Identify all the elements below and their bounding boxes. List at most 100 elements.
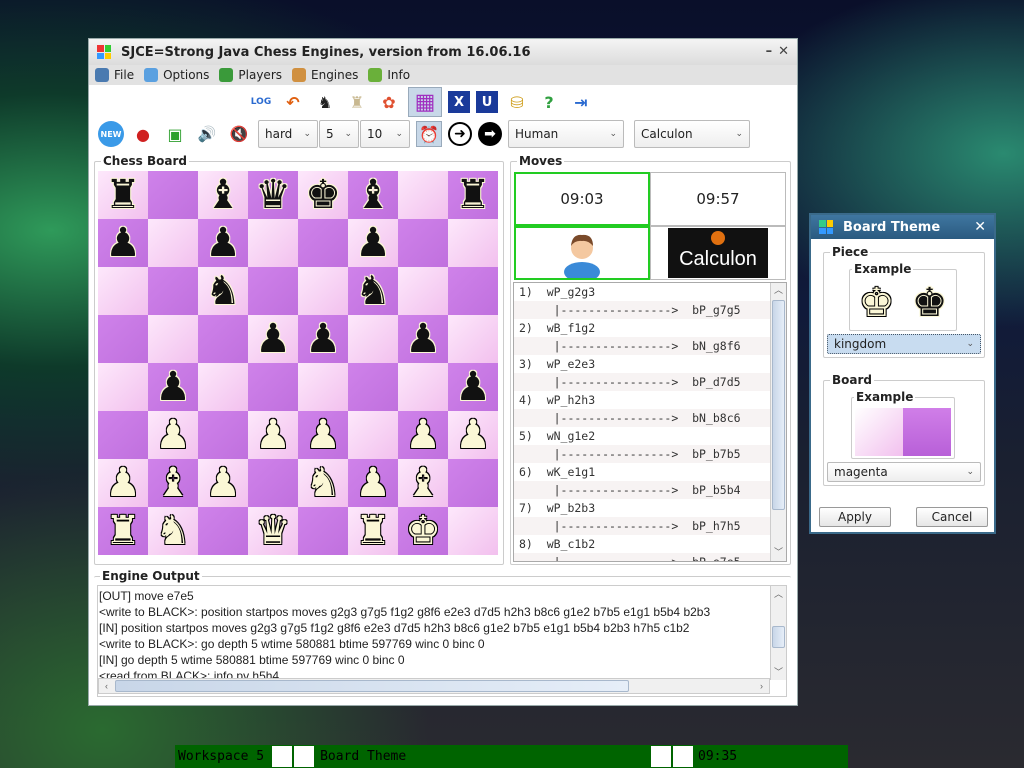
- black-pawn-icon[interactable]: ♟: [455, 367, 491, 407]
- square-d1[interactable]: ♛: [248, 507, 298, 555]
- sound-on-icon[interactable]: 🔊: [194, 121, 220, 147]
- save-icon[interactable]: ▣: [162, 121, 188, 147]
- square-a5[interactable]: [98, 315, 148, 363]
- black-pawn-icon[interactable]: ♟: [105, 223, 141, 263]
- square-e2[interactable]: ♞: [298, 459, 348, 507]
- white-pawn-icon[interactable]: ♟: [455, 415, 491, 455]
- scrollbar-thumb[interactable]: [772, 300, 785, 510]
- hscrollbar-thumb[interactable]: [115, 680, 629, 692]
- square-b6[interactable]: [148, 267, 198, 315]
- white-rook-icon[interactable]: ♜: [344, 89, 370, 115]
- scroll-left-icon[interactable]: ‹: [99, 678, 114, 694]
- taskbar-window-box[interactable]: [673, 746, 693, 767]
- black-bishop-icon[interactable]: ♝: [355, 175, 391, 215]
- square-h3[interactable]: ♟: [448, 411, 498, 459]
- square-f2[interactable]: ♟: [348, 459, 398, 507]
- chess-board[interactable]: ♜ ♝ ♛ ♚ ♝ ♜ ♟ ♟ ♟ ♞ ♞ ♟ ♟ ♟ ♟ ♟ ♟ ♟ ♟ ♟ ♟ ♟ ♝ ♟ ♞ ♟ ♝ ♜ ♞ ♛ ♜ ♚: [98, 171, 498, 555]
- move-list-item[interactable]: 1) wP_g2g3: [514, 283, 786, 301]
- record-icon[interactable]: ●: [130, 121, 156, 147]
- taskbar-window-box[interactable]: [294, 746, 315, 767]
- black-king-icon[interactable]: ♚: [305, 175, 341, 215]
- play-arrow-icon[interactable]: ➡: [478, 122, 502, 146]
- square-d4[interactable]: [248, 363, 298, 411]
- engine-output-hscrollbar[interactable]: ‹ ›: [98, 678, 770, 694]
- square-a6[interactable]: [98, 267, 148, 315]
- square-b4[interactable]: ♟: [148, 363, 198, 411]
- black-pawn-icon[interactable]: ♟: [205, 223, 241, 263]
- taskbar-window-box[interactable]: [651, 746, 671, 767]
- black-bishop-icon[interactable]: ♝: [205, 175, 241, 215]
- square-d7[interactable]: [248, 219, 298, 267]
- square-f1[interactable]: ♜: [348, 507, 398, 555]
- board-set-select[interactable]: magenta ⌄: [827, 462, 981, 482]
- scrollbar-thumb[interactable]: [772, 626, 785, 648]
- time-select[interactable]: 10 ⌄: [360, 120, 410, 148]
- xboard-icon[interactable]: X: [448, 91, 470, 113]
- square-e6[interactable]: [298, 267, 348, 315]
- menu-engines[interactable]: Engines: [292, 68, 358, 82]
- square-b8[interactable]: [148, 171, 198, 219]
- depth-select[interactable]: 5 ⌄: [319, 120, 359, 148]
- black-pawn-icon[interactable]: ♟: [155, 367, 191, 407]
- taskbar-active-window[interactable]: Board Theme: [320, 749, 651, 764]
- move-list[interactable]: 1) wP_g2g3 |----------------> bP_g7g5 2) …: [513, 282, 787, 562]
- square-g7[interactable]: [398, 219, 448, 267]
- black-pawn-icon[interactable]: ♟: [305, 319, 341, 359]
- close-button[interactable]: ✕: [778, 44, 789, 59]
- square-d3[interactable]: ♟: [248, 411, 298, 459]
- cancel-button[interactable]: Cancel: [916, 507, 988, 527]
- move-list-item[interactable]: |----------------> bN_g8f6: [514, 337, 786, 355]
- square-c1[interactable]: [198, 507, 248, 555]
- dialog-close-button[interactable]: ✕: [974, 219, 986, 235]
- square-f6[interactable]: ♞: [348, 267, 398, 315]
- square-d2[interactable]: [248, 459, 298, 507]
- square-a7[interactable]: ♟: [98, 219, 148, 267]
- workspace-label[interactable]: Workspace 5: [178, 749, 264, 764]
- square-f5[interactable]: [348, 315, 398, 363]
- engine-output-text[interactable]: [OUT] move e7e5 <write to BLACK>: positio…: [97, 585, 787, 697]
- white-pawn-icon[interactable]: ♟: [405, 415, 441, 455]
- square-h7[interactable]: [448, 219, 498, 267]
- square-d6[interactable]: [248, 267, 298, 315]
- square-a4[interactable]: [98, 363, 148, 411]
- white-bishop-icon[interactable]: ♝: [405, 463, 441, 503]
- move-list-item[interactable]: 5) wN_g1e2: [514, 427, 786, 445]
- move-list-item[interactable]: |----------------> bP_d7d5: [514, 373, 786, 391]
- square-c3[interactable]: [198, 411, 248, 459]
- taskbar-window-box[interactable]: [272, 746, 293, 767]
- square-a1[interactable]: ♜: [98, 507, 148, 555]
- square-g2[interactable]: ♝: [398, 459, 448, 507]
- square-g3[interactable]: ♟: [398, 411, 448, 459]
- square-e1[interactable]: [298, 507, 348, 555]
- apply-button[interactable]: Apply: [819, 507, 891, 527]
- square-g5[interactable]: ♟: [398, 315, 448, 363]
- white-rook-icon[interactable]: ♜: [105, 511, 141, 551]
- square-c5[interactable]: [198, 315, 248, 363]
- sound-off-icon[interactable]: 🔇: [226, 121, 252, 147]
- move-list-scrollbar[interactable]: ︿ ﹀: [770, 283, 786, 561]
- square-g1[interactable]: ♚: [398, 507, 448, 555]
- board-theme-icon[interactable]: ▦: [408, 87, 442, 117]
- pinwheel-icon[interactable]: ✿: [376, 89, 402, 115]
- move-list-item[interactable]: |----------------> bP_b5b4: [514, 481, 786, 499]
- square-e3[interactable]: ♟: [298, 411, 348, 459]
- add-clock-icon[interactable]: ⏰: [416, 121, 442, 147]
- new-game-icon[interactable]: NEW: [98, 121, 124, 147]
- white-knight-icon[interactable]: ♞: [155, 511, 191, 551]
- move-list-item[interactable]: 6) wK_e1g1: [514, 463, 786, 481]
- exit-icon[interactable]: ⇥: [568, 89, 594, 115]
- white-pawn-icon[interactable]: ♟: [105, 463, 141, 503]
- square-d5[interactable]: ♟: [248, 315, 298, 363]
- scroll-up-icon[interactable]: ︿: [771, 283, 786, 299]
- square-c7[interactable]: ♟: [198, 219, 248, 267]
- square-h6[interactable]: [448, 267, 498, 315]
- move-list-item[interactable]: 8) wB_c1b2: [514, 535, 786, 553]
- white-pawn-icon[interactable]: ♟: [355, 463, 391, 503]
- minimize-button[interactable]: –: [766, 44, 773, 59]
- scroll-down-icon[interactable]: ﹀: [771, 664, 786, 680]
- square-h5[interactable]: [448, 315, 498, 363]
- black-pawn-icon[interactable]: ♟: [355, 223, 391, 263]
- white-pawn-icon[interactable]: ♟: [205, 463, 241, 503]
- move-list-item[interactable]: |----------------> bP_b7b5: [514, 445, 786, 463]
- square-a2[interactable]: ♟: [98, 459, 148, 507]
